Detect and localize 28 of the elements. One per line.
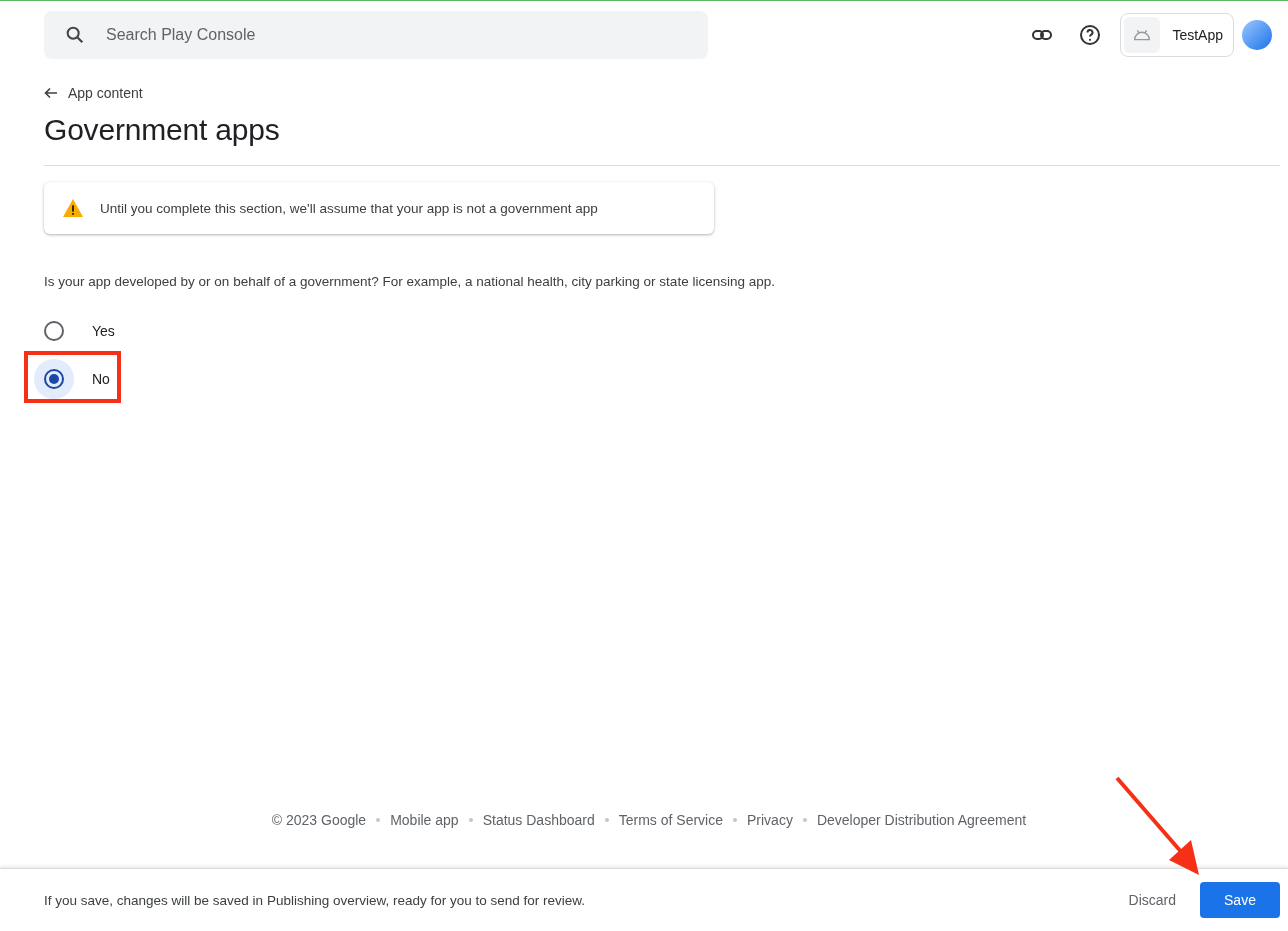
separator-dot bbox=[802, 818, 807, 822]
search-field[interactable]: Search Play Console bbox=[44, 10, 708, 59]
discard-button[interactable]: Discard bbox=[1120, 884, 1184, 916]
footer-link[interactable]: Privacy bbox=[747, 812, 793, 828]
android-icon bbox=[1124, 16, 1161, 53]
question-text: Is your app developed by or on behalf of a government? For example, a national health, city parking or state licensing app. bbox=[44, 274, 776, 289]
warning-text: Until you complete this section, we'll assume that your app is not a government app bbox=[100, 200, 598, 216]
footer-link[interactable]: Status Dashboard bbox=[482, 812, 595, 828]
radio-button[interactable] bbox=[44, 369, 64, 389]
separator-dot bbox=[733, 818, 737, 822]
radio-button[interactable] bbox=[44, 321, 64, 341]
footer-link[interactable]: Developer Distribution Agreement bbox=[816, 812, 1027, 828]
copyright-text: © 2023 Google bbox=[271, 812, 367, 828]
option-label: No bbox=[92, 371, 110, 387]
option-label: Yes bbox=[92, 323, 115, 339]
avatar[interactable] bbox=[1242, 19, 1272, 50]
separator-dot bbox=[376, 818, 381, 822]
app-selector[interactable]: TestApp bbox=[1120, 12, 1234, 57]
back-link[interactable]: App content bbox=[44, 85, 143, 101]
footer-link[interactable]: Mobile app bbox=[390, 812, 459, 828]
footer-link[interactable]: Terms of Service bbox=[618, 812, 723, 828]
save-button[interactable]: Save bbox=[1200, 882, 1280, 918]
page-title: Government apps bbox=[44, 113, 281, 147]
separator-dot bbox=[604, 818, 609, 822]
separator-dot bbox=[468, 818, 473, 822]
save-message: If you save, changes will be saved in Publishing overview, ready for you to send for review. bbox=[44, 892, 587, 908]
back-arrow-icon bbox=[44, 87, 58, 99]
warning-icon bbox=[62, 198, 84, 218]
